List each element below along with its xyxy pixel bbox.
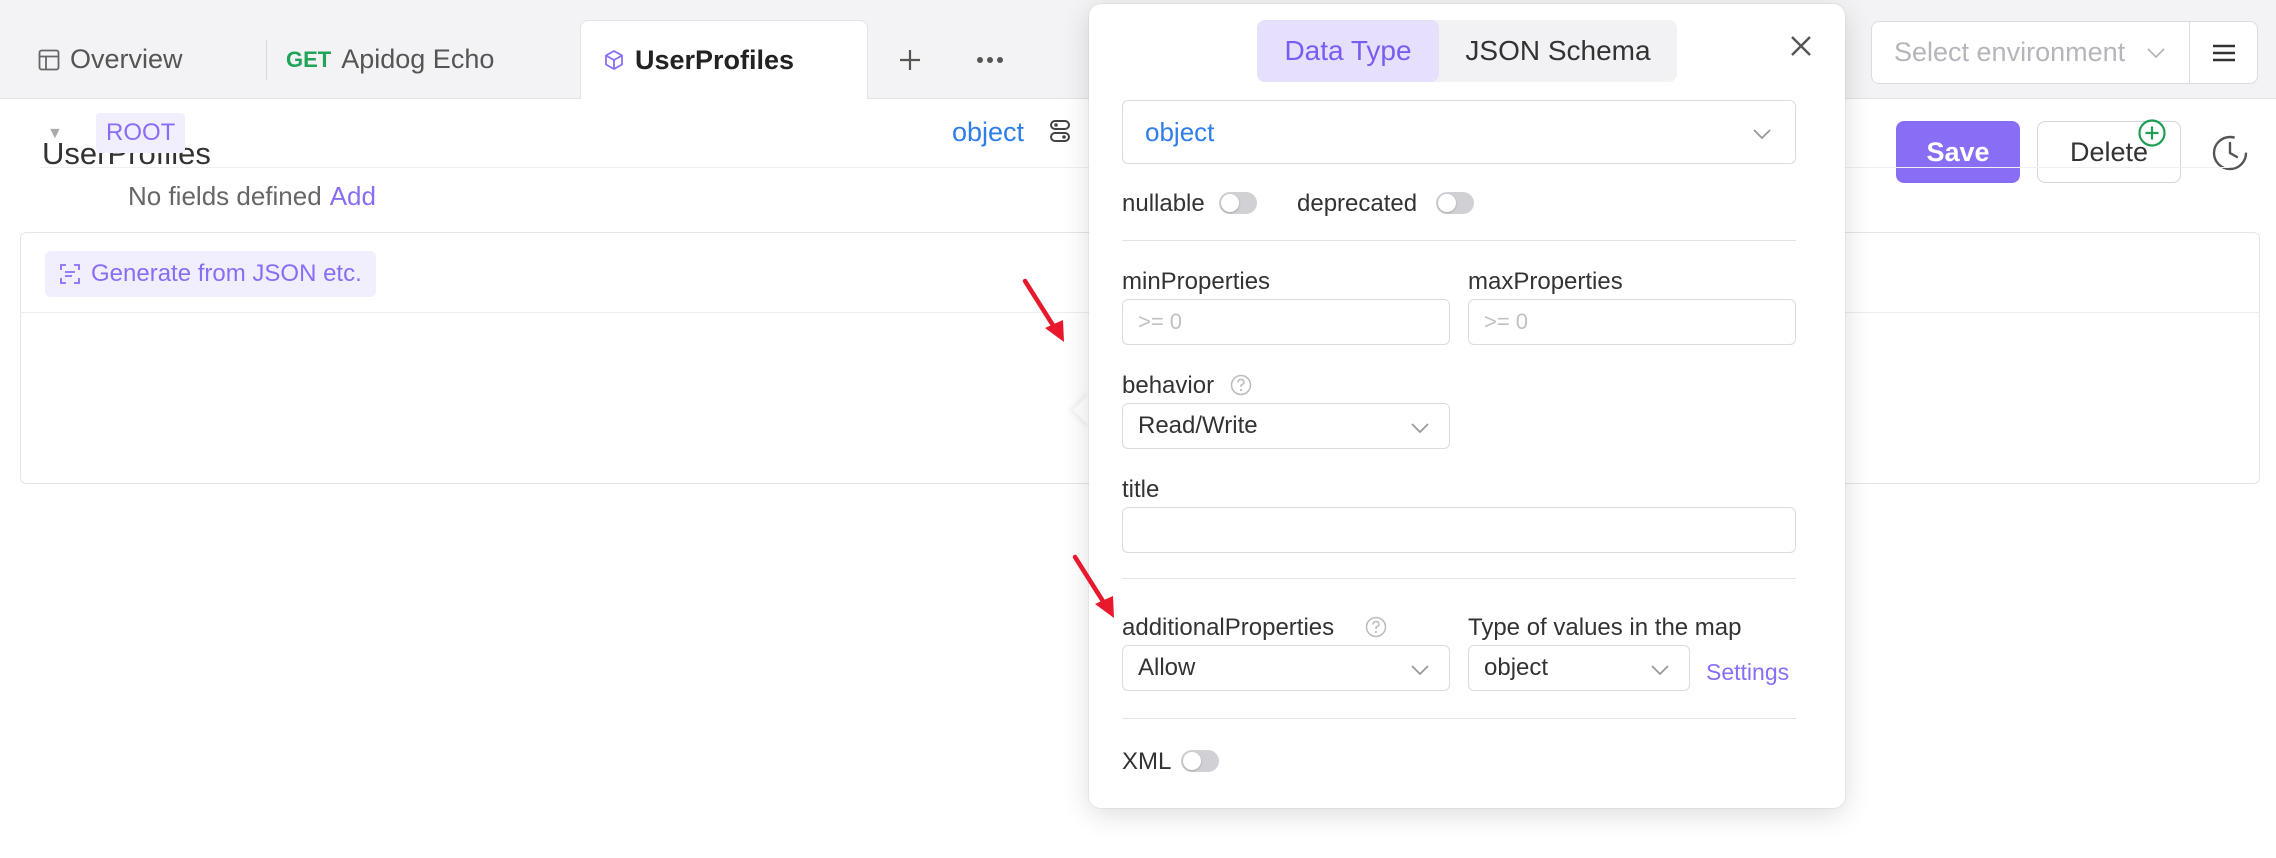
behavior-select[interactable]: Read/Write: [1122, 403, 1450, 449]
additional-properties-label: additionalProperties: [1122, 614, 1335, 641]
environment-select[interactable]: Select environment: [1871, 21, 2190, 84]
max-properties-label: maxProperties: [1468, 268, 1623, 295]
tab-apidog-echo[interactable]: GET Apidog Echo: [286, 20, 494, 99]
empty-fields-text: No fields defined: [128, 181, 322, 211]
title-input[interactable]: [1122, 507, 1796, 553]
add-field-circle-icon[interactable]: [2137, 118, 2167, 148]
tab-userprofiles-label: UserProfiles: [635, 44, 795, 75]
chevron-down-icon: [1409, 659, 1431, 681]
map-values-label: Type of values in the map: [1468, 614, 1742, 641]
root-type-link[interactable]: object: [952, 117, 1024, 148]
cube-icon: [603, 49, 625, 71]
scan-icon: [59, 263, 81, 285]
generate-label: Generate from JSON etc.: [91, 260, 362, 287]
behavior-value: Read/Write: [1138, 412, 1258, 439]
tab-overview-label: Overview: [70, 44, 183, 74]
deprecated-label: deprecated: [1297, 190, 1418, 217]
annotation-arrow-icon: [1020, 276, 1070, 346]
tab-echo-label: Apidog Echo: [341, 44, 495, 74]
min-properties-label: minProperties: [1122, 268, 1271, 295]
title-label: title: [1122, 476, 1160, 503]
nullable-toggle[interactable]: [1219, 192, 1257, 214]
main-menu-button[interactable]: [2189, 21, 2258, 84]
xml-label: XML: [1122, 748, 1172, 775]
help-icon[interactable]: [1230, 374, 1252, 396]
min-properties-input[interactable]: >= 0: [1122, 299, 1450, 345]
empty-fields-row: No fields defined Add: [128, 181, 376, 212]
deprecated-toggle[interactable]: [1436, 192, 1474, 214]
tab-json-schema[interactable]: JSON Schema: [1439, 20, 1677, 82]
close-icon[interactable]: [1789, 34, 1813, 58]
popover-mode-switch: Data Type JSON Schema: [1257, 20, 1677, 82]
xml-toggle[interactable]: [1181, 750, 1219, 772]
chevron-down-icon: [1649, 659, 1671, 681]
nullable-label: nullable: [1122, 190, 1205, 217]
tab-userprofiles[interactable]: UserProfiles: [580, 20, 868, 99]
add-field-link[interactable]: Add: [330, 181, 376, 211]
apidog-schema-editor: Overview GET Apidog Echo UserProfiles Se…: [0, 0, 2276, 858]
type-select[interactable]: object: [1122, 100, 1796, 164]
plus-icon: [900, 50, 920, 70]
new-tab-button[interactable]: [890, 40, 930, 80]
collapse-caret-icon[interactable]: ▼: [47, 125, 63, 143]
additional-properties-value: Allow: [1138, 654, 1196, 681]
annotation-arrow-icon: [1070, 552, 1120, 622]
divider: [1122, 578, 1796, 579]
type-select-value: object: [1145, 116, 1215, 147]
map-values-value: object: [1484, 654, 1549, 681]
max-properties-input[interactable]: >= 0: [1468, 299, 1796, 345]
http-method-badge: GET: [286, 46, 332, 72]
generate-from-json-button[interactable]: Generate from JSON etc.: [45, 251, 376, 297]
tab-data-type[interactable]: Data Type: [1257, 20, 1439, 82]
data-type-popover: Data Type JSON Schema object nullable de…: [1089, 4, 1845, 808]
tab-overview[interactable]: Overview: [38, 20, 183, 99]
layout-icon: [38, 49, 60, 71]
behavior-label: behavior: [1122, 372, 1215, 399]
chevron-down-icon: [2145, 42, 2167, 64]
environment-placeholder: Select environment: [1894, 37, 2126, 67]
additional-properties-select[interactable]: Allow: [1122, 645, 1450, 691]
chevron-down-icon: [1751, 123, 1773, 145]
type-settings-icon[interactable]: [1048, 118, 1072, 144]
more-dots-icon: [977, 57, 1003, 63]
hamburger-icon: [2212, 44, 2235, 61]
divider: [1122, 718, 1796, 719]
root-badge: ROOT: [96, 113, 186, 153]
divider: [1122, 240, 1796, 241]
chevron-down-icon: [1409, 417, 1431, 439]
map-settings-link[interactable]: Settings: [1706, 659, 1789, 686]
map-values-select[interactable]: object: [1468, 645, 1690, 691]
tab-divider: [266, 40, 267, 80]
more-tabs-button[interactable]: [970, 40, 1010, 80]
help-icon[interactable]: [1365, 616, 1387, 638]
